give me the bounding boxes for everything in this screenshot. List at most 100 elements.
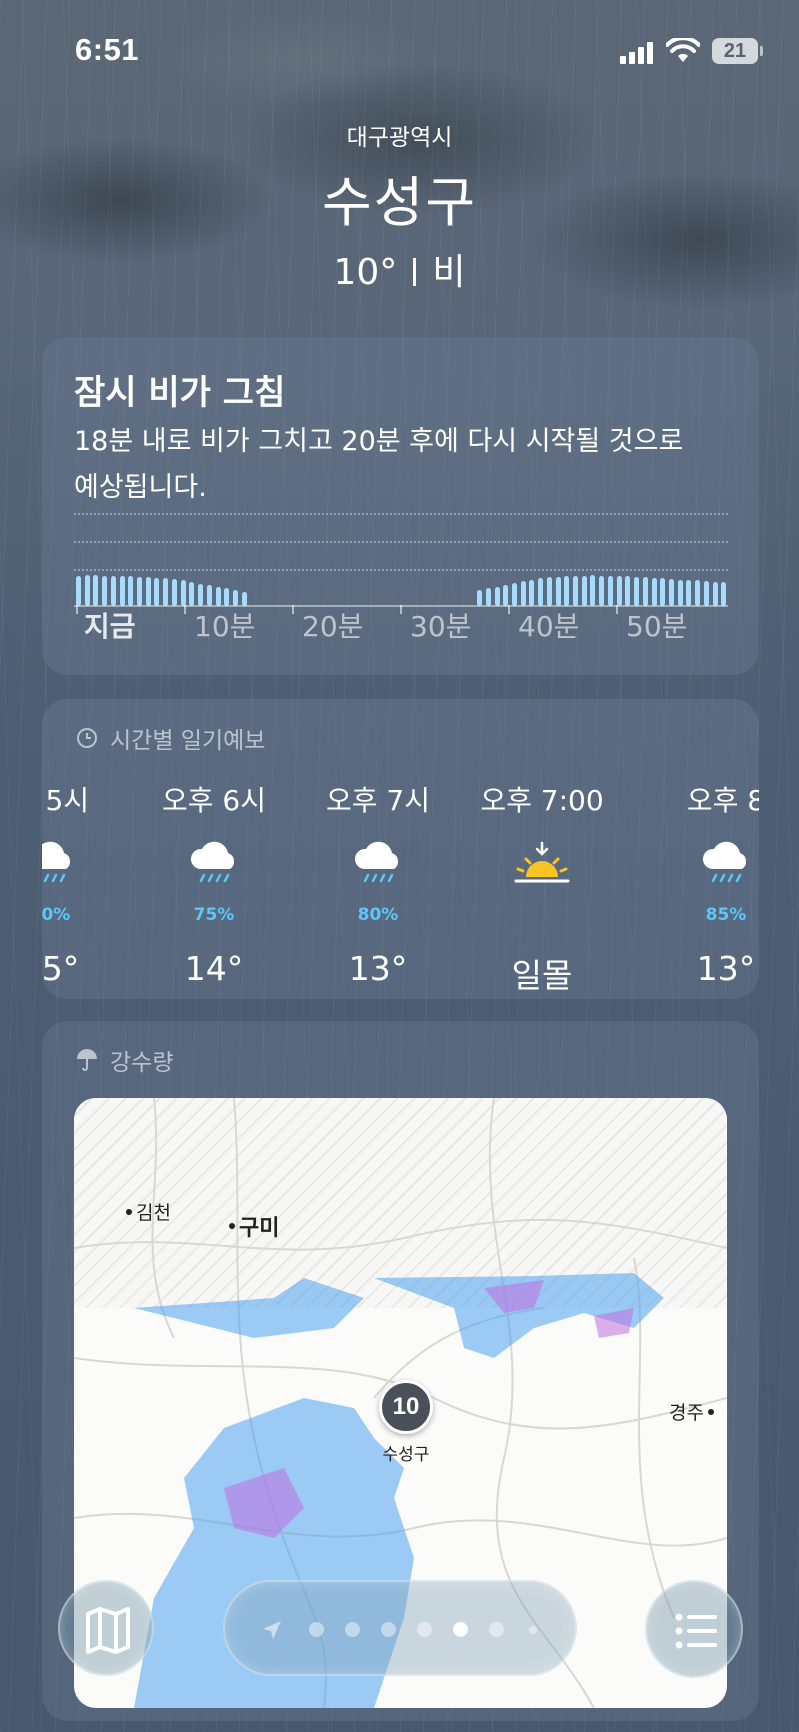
map-city-gimcheon: 김천 [126,1198,171,1225]
cloud-rain-icon [308,839,448,911]
precip-bar [215,587,221,606]
page-indicator[interactable] [223,1580,577,1676]
battery-icon: 21 [712,38,763,64]
precip-bar [686,580,692,606]
page-dot[interactable] [489,1622,504,1637]
divider [413,258,417,286]
list-icon [675,1613,717,1649]
sunset-icon [472,839,612,911]
precip-probability [472,905,612,927]
hour-time: 후 5시 [42,784,90,817]
page-dot[interactable] [453,1622,468,1637]
cloud-rain-icon [656,839,759,911]
axis-label: 50분 [626,610,688,643]
precip-bar [546,577,552,606]
precip-bar [241,592,247,606]
hourly-item: 후 5시 70% 15° [42,779,120,988]
precip-bar [529,580,535,606]
current-temp: 10° [333,252,398,293]
hourly-item: 오후 7시 80% 13° [308,779,448,988]
chart-gridline [74,541,728,543]
hour-temp: 14° [184,949,244,988]
current-conditions: 10° 비 [0,243,799,295]
hour-temp: 일몰 [511,956,573,995]
precipitation-nowcast-card[interactable]: 잠시 비가 그침 18분 내로 비가 그치고 20분 후에 다시 시작될 것으로… [42,337,759,675]
precip-bar [485,588,491,606]
wifi-icon [666,38,700,62]
map-icon [86,1607,130,1654]
precip-bar [651,578,657,606]
axis-tick [616,605,618,614]
precip-bar [703,581,709,606]
precip-bar [625,576,631,606]
precip-probability: 80% [357,905,399,925]
axis-label: 40분 [518,610,580,643]
hour-time: 오후 8 [686,784,759,817]
precip-bar [512,583,517,606]
status-bar: 6:51 21 [0,0,799,100]
precip-bar [232,590,238,606]
page-dot[interactable] [309,1622,324,1637]
precip-bar [616,576,622,606]
precip-bar [163,578,169,606]
current-condition: 비 [432,252,466,293]
rainfall-title: 강수량 [110,1050,174,1076]
clock-icon [77,728,97,748]
map-button[interactable] [58,1580,154,1676]
precip-bar [119,576,125,606]
page-dot[interactable] [417,1622,432,1637]
precip-bar [538,578,544,606]
rainfall-header: 강수량 [76,1043,173,1077]
precip-bar [503,585,509,606]
hourly-item: 오후 7:00 일몰 [472,779,612,997]
axis-label: 10분 [194,610,256,643]
page-dot[interactable] [381,1622,396,1637]
page-dot[interactable] [345,1622,360,1637]
precip-bar [84,575,90,606]
precip-probability: 85% [705,905,747,925]
precip-bar [607,576,613,606]
district-name: 수성구 [321,171,478,234]
axis-tick [76,605,78,614]
hour-temp: 13° [348,949,408,988]
precip-bar [712,582,718,606]
location-pin[interactable]: 10 [379,1380,433,1434]
precip-bar [668,579,674,606]
hour-time: 오후 7:00 [480,784,604,817]
location-list-button[interactable] [645,1580,743,1678]
precip-bar [154,578,160,606]
precip-bar [677,580,683,606]
precip-bar [581,576,587,606]
axis-tick [184,605,186,614]
precip-bar [180,580,186,606]
precip-bar [224,588,230,606]
precip-probability: 70% [42,905,71,925]
axis-tick [292,605,294,614]
nowcast-bars [76,566,730,606]
precip-bar [494,587,500,606]
map-city-gumi: 구미 [229,1210,279,1242]
hourly-forecast-card[interactable]: 시간별 일기예보 후 5시 70% 15° 오후 6시 75% 14° 오후 7시 80% 13… [42,699,759,999]
precip-bar [145,577,151,606]
precip-bar [520,581,526,606]
precip-bar [93,575,99,606]
page-dot[interactable] [529,1626,537,1634]
location-arrow-icon [263,1621,281,1639]
region-name: 대구광역시 [346,125,453,151]
precip-probability: 75% [193,905,235,925]
location-header: 대구광역시 수성구 10° 비 [0,118,799,295]
cloud-rain-icon [42,839,120,911]
axis-tick [400,605,402,614]
chart-gridline [74,513,728,515]
precip-bar [137,577,143,606]
precip-bar [189,582,195,606]
nowcast-description: 18분 내로 비가 그치고 20분 후에 다시 시작될 것으로 예상됩니다. [74,426,684,503]
umbrella-icon [77,1049,97,1071]
hour-time: 오후 6시 [162,784,266,817]
precip-bar [477,590,483,606]
hourly-header: 시간별 일기예보 [76,721,265,755]
status-time: 6:51 [75,32,140,67]
precip-bar [642,577,648,606]
cloud-rain-icon [144,839,284,911]
axis-label: 30분 [410,610,472,643]
